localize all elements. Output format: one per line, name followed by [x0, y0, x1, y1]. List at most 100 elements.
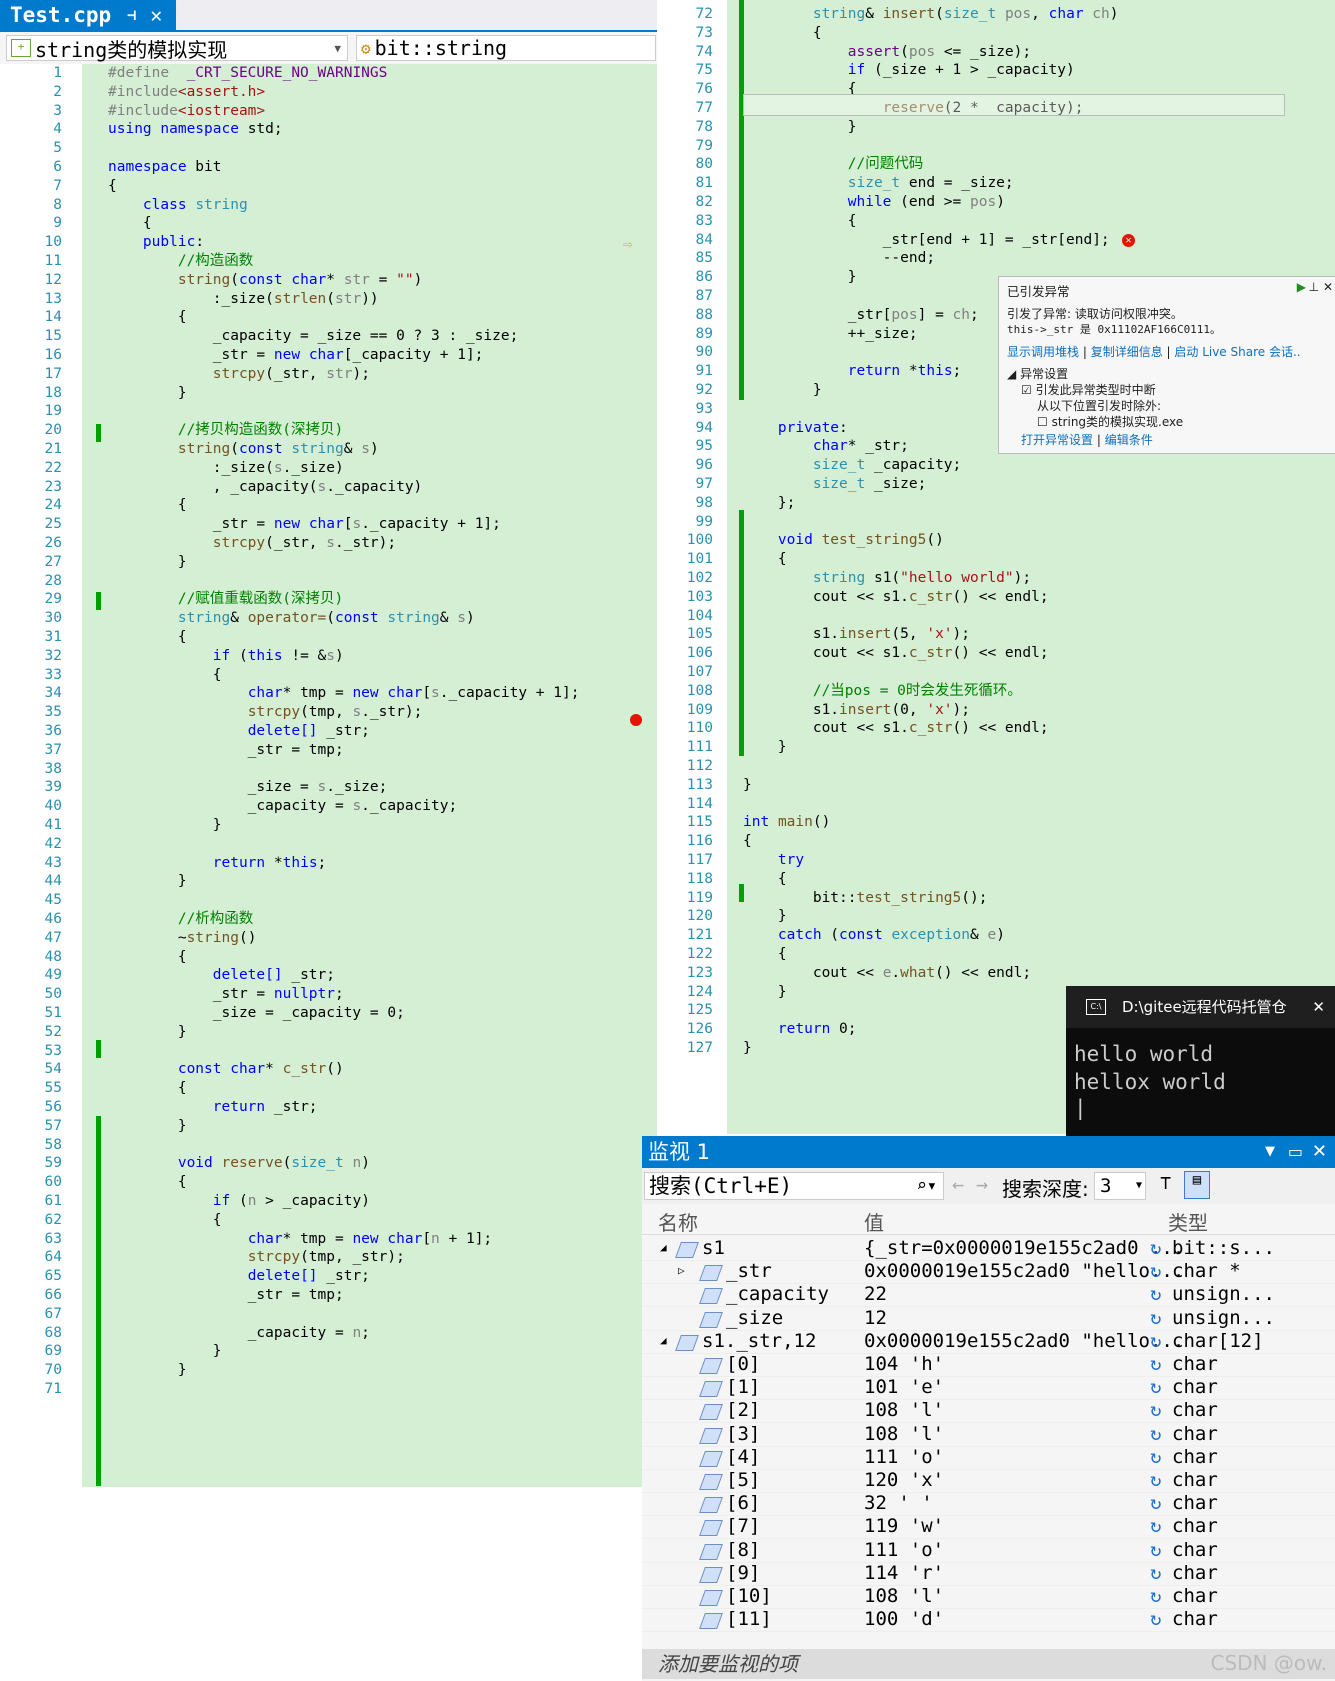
refresh-icon[interactable]: ↻ — [1150, 1236, 1161, 1260]
search-icon[interactable]: ⌕▾ — [917, 1173, 937, 1199]
search-input[interactable]: 搜索(Ctrl+E) ⌕▾ — [644, 1172, 944, 1200]
continue-icon[interactable]: ▶ — [1297, 280, 1306, 294]
line-number: 91 — [695, 363, 713, 380]
scope-dropdown[interactable]: + string类的模拟实现 ▼ — [6, 35, 348, 62]
forward-icon[interactable]: → — [976, 1172, 988, 1196]
watch-row[interactable]: [9] 114 'r' ↻ char — [642, 1561, 1335, 1586]
refresh-icon[interactable]: ↻ — [1150, 1422, 1161, 1446]
live-share-link[interactable]: 启动 Live Share 会话.. — [1174, 345, 1300, 359]
break-checkbox[interactable]: ☑ — [1021, 383, 1032, 397]
watch-value[interactable]: 22 — [864, 1282, 887, 1306]
watch-row[interactable]: [6] 32 ' ' ↻ char — [642, 1491, 1335, 1517]
exe-checkbox[interactable]: ☐ — [1037, 415, 1048, 429]
refresh-icon[interactable]: ↻ — [1150, 1491, 1161, 1515]
line-number: 124 — [686, 983, 713, 1000]
watch-row[interactable]: ◢ s1._str,12 0x0000019e155c2ad0 "hello... ↻… — [642, 1329, 1335, 1354]
watch-value[interactable]: 100 'd' — [864, 1607, 944, 1631]
refresh-icon[interactable]: ↻ — [1150, 1329, 1161, 1353]
watch-value[interactable]: 32 ' ' — [864, 1491, 933, 1515]
watch-row[interactable]: [0] 104 'h' ↻ char — [642, 1352, 1335, 1377]
code-line: string(const string& s) — [177, 441, 379, 457]
search-depth-select[interactable]: 3 ▼ — [1094, 1172, 1146, 1200]
line-number: 30 — [44, 610, 62, 627]
document-tab-bar: Test.cpp ⊣ ✕ — [0, 0, 657, 32]
refresh-icon[interactable]: ↻ — [1150, 1352, 1161, 1376]
refresh-icon[interactable]: ↻ — [1150, 1584, 1161, 1608]
expand-icon[interactable]: ◢ — [660, 1236, 667, 1260]
refresh-icon[interactable]: ↻ — [1150, 1607, 1161, 1631]
watch-value[interactable]: {_str=0x0000019e155c2ad0 ... — [864, 1236, 1184, 1260]
watch-value[interactable]: 111 'o' — [864, 1445, 944, 1469]
watch-row[interactable]: _size 12 ↻ unsign... — [642, 1306, 1335, 1331]
refresh-icon[interactable]: ↻ — [1150, 1445, 1161, 1469]
code-editor-right[interactable]: 72 string& insert(size_t pos, char ch) 73… — [623, 0, 1335, 1134]
member-dropdown[interactable]: ⚙ bit::string — [356, 35, 656, 61]
watch-row[interactable]: [10] 108 'l' ↻ char — [642, 1584, 1335, 1609]
watch-value[interactable]: 108 'l' — [864, 1398, 944, 1422]
refresh-icon[interactable]: ↻ — [1150, 1561, 1161, 1585]
refresh-icon[interactable]: ↻ — [1150, 1514, 1161, 1538]
refresh-icon[interactable]: ↻ — [1150, 1468, 1161, 1492]
code-line: void test_string5() — [777, 532, 944, 549]
back-icon[interactable]: ← — [952, 1172, 964, 1196]
watch-value[interactable]: 119 'w' — [864, 1514, 944, 1538]
watch-row[interactable]: [2] 108 'l' ↻ char — [642, 1398, 1335, 1424]
edit-conditions-link[interactable]: 编辑条件 — [1105, 433, 1153, 447]
watch-row[interactable]: [1] 101 'e' ↻ char — [642, 1375, 1335, 1401]
line-number: 126 — [686, 1021, 713, 1038]
watch-type: char — [1172, 1422, 1218, 1445]
watch-value[interactable]: 101 'e' — [864, 1375, 944, 1399]
watch-row[interactable]: [3] 108 'l' ↻ char — [642, 1422, 1335, 1447]
watch-value[interactable]: 120 'x' — [864, 1468, 944, 1492]
line-number: 83 — [695, 212, 713, 229]
show-call-stack-link[interactable]: 显示调用堆栈 — [1007, 345, 1079, 359]
close-icon[interactable]: ✕ — [1312, 986, 1325, 1028]
watch-row[interactable]: ◢ s1 {_str=0x0000019e155c2ad0 ... ↻ bit::s..… — [642, 1236, 1335, 1261]
code-editor-left[interactable]: 1 #define _CRT_SECURE_NO_WARNINGS 2 #includ… — [0, 64, 657, 1487]
watch-row[interactable]: [8] 111 'o' ↻ char — [642, 1538, 1335, 1563]
watch-row[interactable]: _capacity 22 ↻ unsign... — [642, 1282, 1335, 1308]
tab-test-cpp[interactable]: Test.cpp ⊣ ✕ — [0, 0, 176, 30]
close-icon[interactable]: ✕ — [1323, 280, 1333, 294]
refresh-icon[interactable]: ↻ — [1150, 1259, 1161, 1283]
collapse-icon[interactable]: ◢ — [1007, 367, 1016, 381]
column-type[interactable]: 类型 — [1168, 1207, 1208, 1236]
watch-name: s1._str,12 — [702, 1329, 817, 1352]
expand-icon[interactable]: ◢ — [660, 1329, 667, 1353]
watch-row[interactable]: [7] 119 'w' ↻ char — [642, 1514, 1335, 1540]
watch-row[interactable]: [4] 111 'o' ↻ char — [642, 1445, 1335, 1470]
pin-icon[interactable]: ⊤ — [1160, 1172, 1171, 1194]
watch-value[interactable]: 0x0000019e155c2ad0 "hello... — [864, 1259, 1184, 1283]
refresh-icon[interactable]: ↻ — [1150, 1538, 1161, 1562]
watch-value[interactable]: 114 'r' — [864, 1561, 944, 1585]
hex-toggle-icon[interactable]: ▤ — [1184, 1171, 1210, 1199]
watch-value[interactable]: 108 'l' — [864, 1422, 944, 1446]
maximize-icon[interactable]: ▭ — [1288, 1136, 1303, 1168]
column-value[interactable]: 值 — [864, 1207, 884, 1236]
watch-value[interactable]: 12 — [864, 1306, 887, 1330]
refresh-icon[interactable]: ↻ — [1150, 1282, 1161, 1306]
watch-row[interactable]: [11] 100 'd' ↻ char — [642, 1607, 1335, 1633]
line-number: 9 — [53, 215, 62, 232]
pin-icon[interactable]: ⊣ — [127, 6, 136, 24]
watch-row[interactable]: ▷ _str 0x0000019e155c2ad0 "hello... ↻ char * — [642, 1259, 1335, 1285]
watch-value[interactable]: 111 'o' — [864, 1538, 944, 1562]
breakpoint-icon[interactable] — [630, 714, 642, 726]
copy-details-link[interactable]: 复制详细信息 — [1091, 345, 1163, 359]
refresh-icon[interactable]: ↻ — [1150, 1375, 1161, 1399]
watch-row[interactable]: [5] 120 'x' ↻ char — [642, 1468, 1335, 1493]
watch-value[interactable]: 108 'l' — [864, 1584, 944, 1608]
pin-icon[interactable]: ⊥ — [1309, 280, 1319, 294]
line-number: 75 — [695, 62, 713, 79]
watch-value[interactable]: 104 'h' — [864, 1352, 944, 1376]
close-icon[interactable]: ✕ — [150, 3, 162, 27]
dropdown-icon[interactable]: ▼ — [1265, 1136, 1275, 1168]
column-name[interactable]: 名称 — [658, 1207, 698, 1236]
code-line: _str = tmp; — [108, 741, 344, 758]
close-icon[interactable]: ✕ — [1312, 1136, 1327, 1168]
watch-value[interactable]: 0x0000019e155c2ad0 "hello... — [864, 1329, 1184, 1353]
open-exception-settings-link[interactable]: 打开异常设置 — [1021, 433, 1093, 447]
refresh-icon[interactable]: ↻ — [1150, 1306, 1161, 1330]
refresh-icon[interactable]: ↻ — [1150, 1398, 1161, 1422]
expand-icon[interactable]: ▷ — [678, 1259, 685, 1283]
